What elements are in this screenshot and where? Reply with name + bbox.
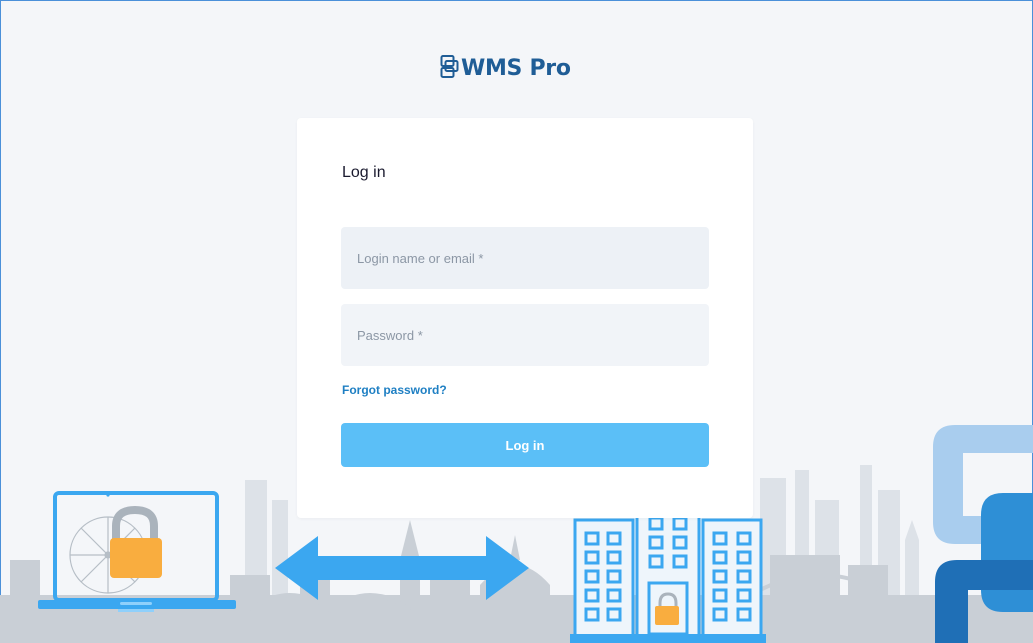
building-icon xyxy=(570,508,766,643)
password-input[interactable] xyxy=(341,304,709,366)
brand-name: WMS Pro xyxy=(461,56,571,81)
brand-logo: WMS Pro xyxy=(440,46,571,80)
login-name-input[interactable] xyxy=(341,227,709,289)
forgot-password-link[interactable]: Forgot password? xyxy=(342,383,447,397)
login-card: Log in Forgot password? Log in xyxy=(297,118,753,518)
login-button[interactable]: Log in xyxy=(341,423,709,467)
login-title: Log in xyxy=(342,164,386,181)
padlock-icon xyxy=(110,505,162,578)
stacked-windows-icon xyxy=(440,55,459,78)
